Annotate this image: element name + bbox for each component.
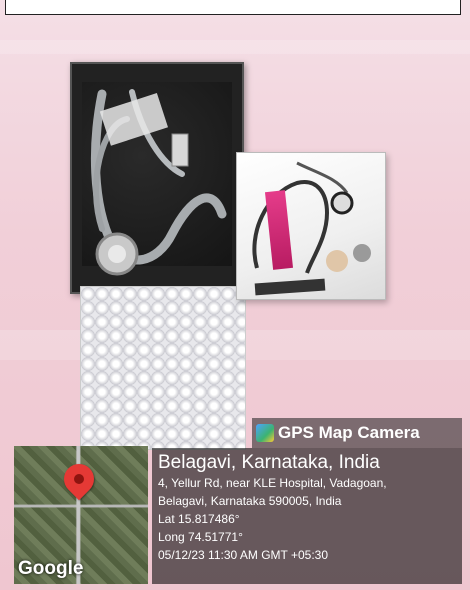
- stethoscope-image: [90, 89, 227, 276]
- gps-title: GPS Map Camera: [278, 423, 420, 442]
- google-logo: Google: [18, 558, 84, 579]
- stethoscope-box: [70, 62, 244, 294]
- photo-frame: GPS Map Camera Google Belagavi, Karnatak…: [0, 0, 470, 590]
- timestamp: 05/12/23 11:30 AM GMT +05:30: [158, 548, 329, 562]
- longitude: Long 74.51771°: [158, 530, 243, 544]
- product-carton: [236, 152, 386, 300]
- place-name: Belagavi, Karnataka, India: [158, 452, 380, 473]
- latitude: Lat 15.817486°: [158, 512, 240, 526]
- cloth-fold: [0, 40, 470, 54]
- address-line-1: 4, Yellur Rd, near KLE Hospital, Vadagoa…: [158, 476, 387, 490]
- carton-stethoscope-graphic: [252, 161, 371, 274]
- location-info-panel: Belagavi, Karnataka, India 4, Yellur Rd,…: [152, 448, 462, 584]
- map-thumbnail: Google: [14, 446, 148, 584]
- map-pin-icon: [57, 457, 101, 501]
- address-line-2: Belagavi, Karnataka 590005, India: [158, 494, 342, 508]
- gps-map-camera-icon: [256, 424, 274, 442]
- bubble-wrap: [80, 286, 246, 450]
- gps-title-bar: GPS Map Camera: [252, 418, 462, 448]
- top-border-box: [5, 0, 461, 15]
